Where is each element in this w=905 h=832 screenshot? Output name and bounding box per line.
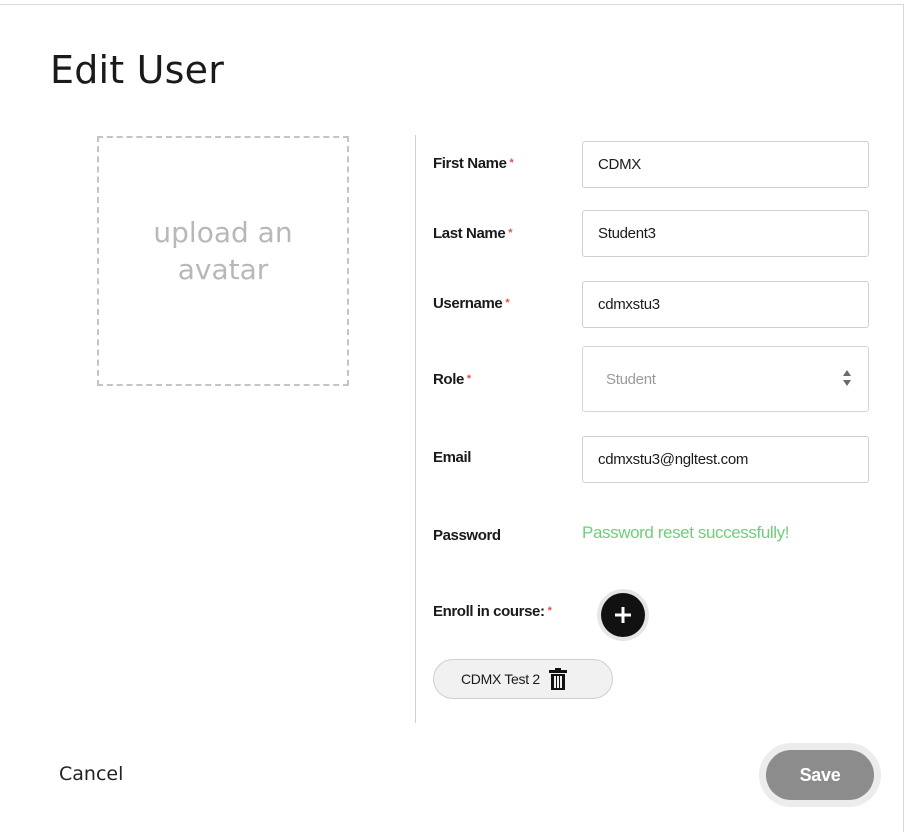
password-label-text: Password [433,527,501,544]
edit-user-dialog: Edit User upload an avatar First Name* L… [0,4,904,832]
username-label-text: Username [433,295,503,312]
first-name-field[interactable] [582,141,869,188]
save-button-ring: Save [759,743,881,807]
last-name-label: Last Name * [433,225,513,242]
required-marker: * [509,157,514,169]
first-name-label-text: First Name [433,155,507,172]
email-label-text: Email [433,449,472,466]
add-course-button[interactable] [597,589,649,641]
required-marker: * [547,605,552,617]
sort-arrows-icon [842,367,852,389]
required-marker: * [505,297,510,309]
column-divider [415,135,416,723]
role-label-text: Role [433,371,464,388]
save-button[interactable]: Save [766,750,874,800]
password-reset-status: Password reset successfully! [582,523,790,542]
email-label: Email [433,449,471,466]
email-field[interactable] [582,436,869,483]
username-field[interactable] [582,281,869,328]
avatar-upload-text: upload an avatar [153,216,293,286]
role-select[interactable]: Student [582,346,869,412]
course-chip-label: CDMX Test 2 [461,671,540,687]
trash-icon[interactable] [548,667,568,691]
role-select-value: Student [606,371,656,388]
required-marker: * [466,373,471,385]
password-label: Password [433,527,501,544]
course-chip: CDMX Test 2 [433,659,613,699]
cancel-button[interactable]: Cancel [59,763,123,785]
last-name-field[interactable] [582,210,869,257]
avatar-upload[interactable]: upload an avatar [97,136,349,386]
add-course-button-inner [601,593,645,637]
enroll-label: Enroll in course: * [433,603,552,620]
role-label: Role * [433,371,471,388]
plus-icon [615,607,631,623]
enroll-label-text: Enroll in course: [433,603,545,620]
page-title: Edit User [50,48,225,92]
last-name-label-text: Last Name [433,225,506,242]
required-marker: * [508,227,513,239]
username-label: Username * [433,295,510,312]
first-name-label: First Name * [433,155,514,172]
